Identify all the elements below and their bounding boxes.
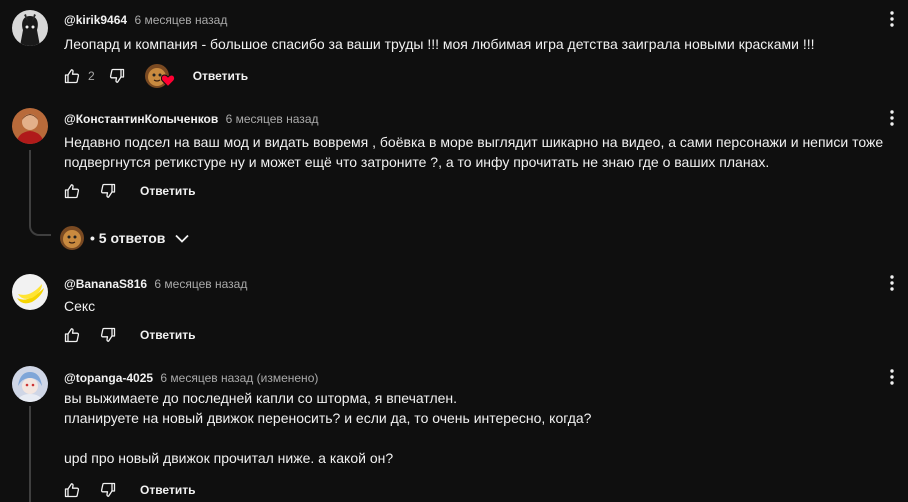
- thread-line: [29, 150, 31, 224]
- comment-header: @kirik9464 6 месяцев назад: [64, 12, 227, 28]
- comment-item: @topanga-4025 6 месяцев назад (изменено)…: [0, 356, 908, 502]
- author-name[interactable]: @topanga-4025: [64, 371, 153, 385]
- like-icon[interactable]: [64, 327, 80, 343]
- thread-line: [29, 406, 31, 502]
- author-name[interactable]: @kirik9464: [64, 13, 127, 27]
- comment-item: @kirik9464 6 месяцев назад Леопард и ком…: [0, 0, 908, 96]
- comment-text: вы выжимаете до последней капли со шторм…: [64, 390, 592, 466]
- avatar[interactable]: [12, 108, 48, 144]
- show-replies-button[interactable]: • 5 ответов: [60, 226, 190, 250]
- comment-header: @topanga-4025 6 месяцев назад (изменено): [64, 370, 318, 386]
- avatar[interactable]: [12, 10, 48, 46]
- comment-actions: Ответить: [64, 179, 195, 203]
- like-icon[interactable]: [64, 183, 80, 199]
- timestamp[interactable]: 6 месяцев назад (изменено): [160, 371, 318, 385]
- timestamp[interactable]: 6 месяцев назад: [226, 112, 319, 126]
- heart-icon: [160, 74, 175, 92]
- like-icon[interactable]: [64, 482, 80, 498]
- comment-text: Секс: [64, 298, 96, 314]
- creator-heart-badge: [144, 64, 175, 88]
- dislike-icon[interactable]: [100, 327, 116, 343]
- comment-actions: Ответить: [64, 478, 195, 502]
- more-vert-icon[interactable]: [883, 274, 901, 292]
- comment-text: Леопард и компания - большое спасибо за …: [64, 36, 815, 52]
- more-vert-icon[interactable]: [883, 368, 901, 386]
- comment-header: @КонстантинКолыченков 6 месяцев назад: [64, 111, 319, 127]
- reply-button[interactable]: Ответить: [140, 184, 195, 198]
- avatar[interactable]: [12, 366, 48, 402]
- like-icon[interactable]: [64, 68, 80, 84]
- creator-avatar: [60, 226, 84, 250]
- dislike-icon[interactable]: [100, 482, 116, 498]
- avatar[interactable]: [12, 274, 48, 310]
- comment-text: Недавно подсел на ваш мод и видать вовре…: [64, 134, 884, 170]
- more-vert-icon[interactable]: [883, 109, 901, 127]
- timestamp[interactable]: 6 месяцев назад: [154, 277, 247, 291]
- reply-button[interactable]: Ответить: [140, 483, 195, 497]
- comment-actions: 2 Ответить: [64, 64, 248, 88]
- chevron-down-icon[interactable]: [175, 234, 190, 243]
- replies-count[interactable]: • 5 ответов: [90, 230, 165, 246]
- reply-button[interactable]: Ответить: [140, 328, 195, 342]
- author-name[interactable]: @КонстантинКолыченков: [64, 112, 218, 126]
- dislike-icon[interactable]: [100, 183, 116, 199]
- thread-connector: [29, 222, 51, 236]
- reply-button[interactable]: Ответить: [193, 69, 248, 83]
- author-name[interactable]: @BananaS816: [64, 277, 147, 291]
- like-count: 2: [88, 69, 95, 83]
- timestamp[interactable]: 6 месяцев назад: [134, 13, 227, 27]
- comment-item: @КонстантинКолыченков 6 месяцев назад Не…: [0, 100, 908, 260]
- comment-item: @BananaS816 6 месяцев назад Секс Ответит…: [0, 262, 908, 354]
- comment-actions: Ответить: [64, 323, 195, 347]
- dislike-icon[interactable]: [109, 68, 125, 84]
- more-vert-icon[interactable]: [883, 10, 901, 28]
- comment-header: @BananaS816 6 месяцев назад: [64, 276, 247, 292]
